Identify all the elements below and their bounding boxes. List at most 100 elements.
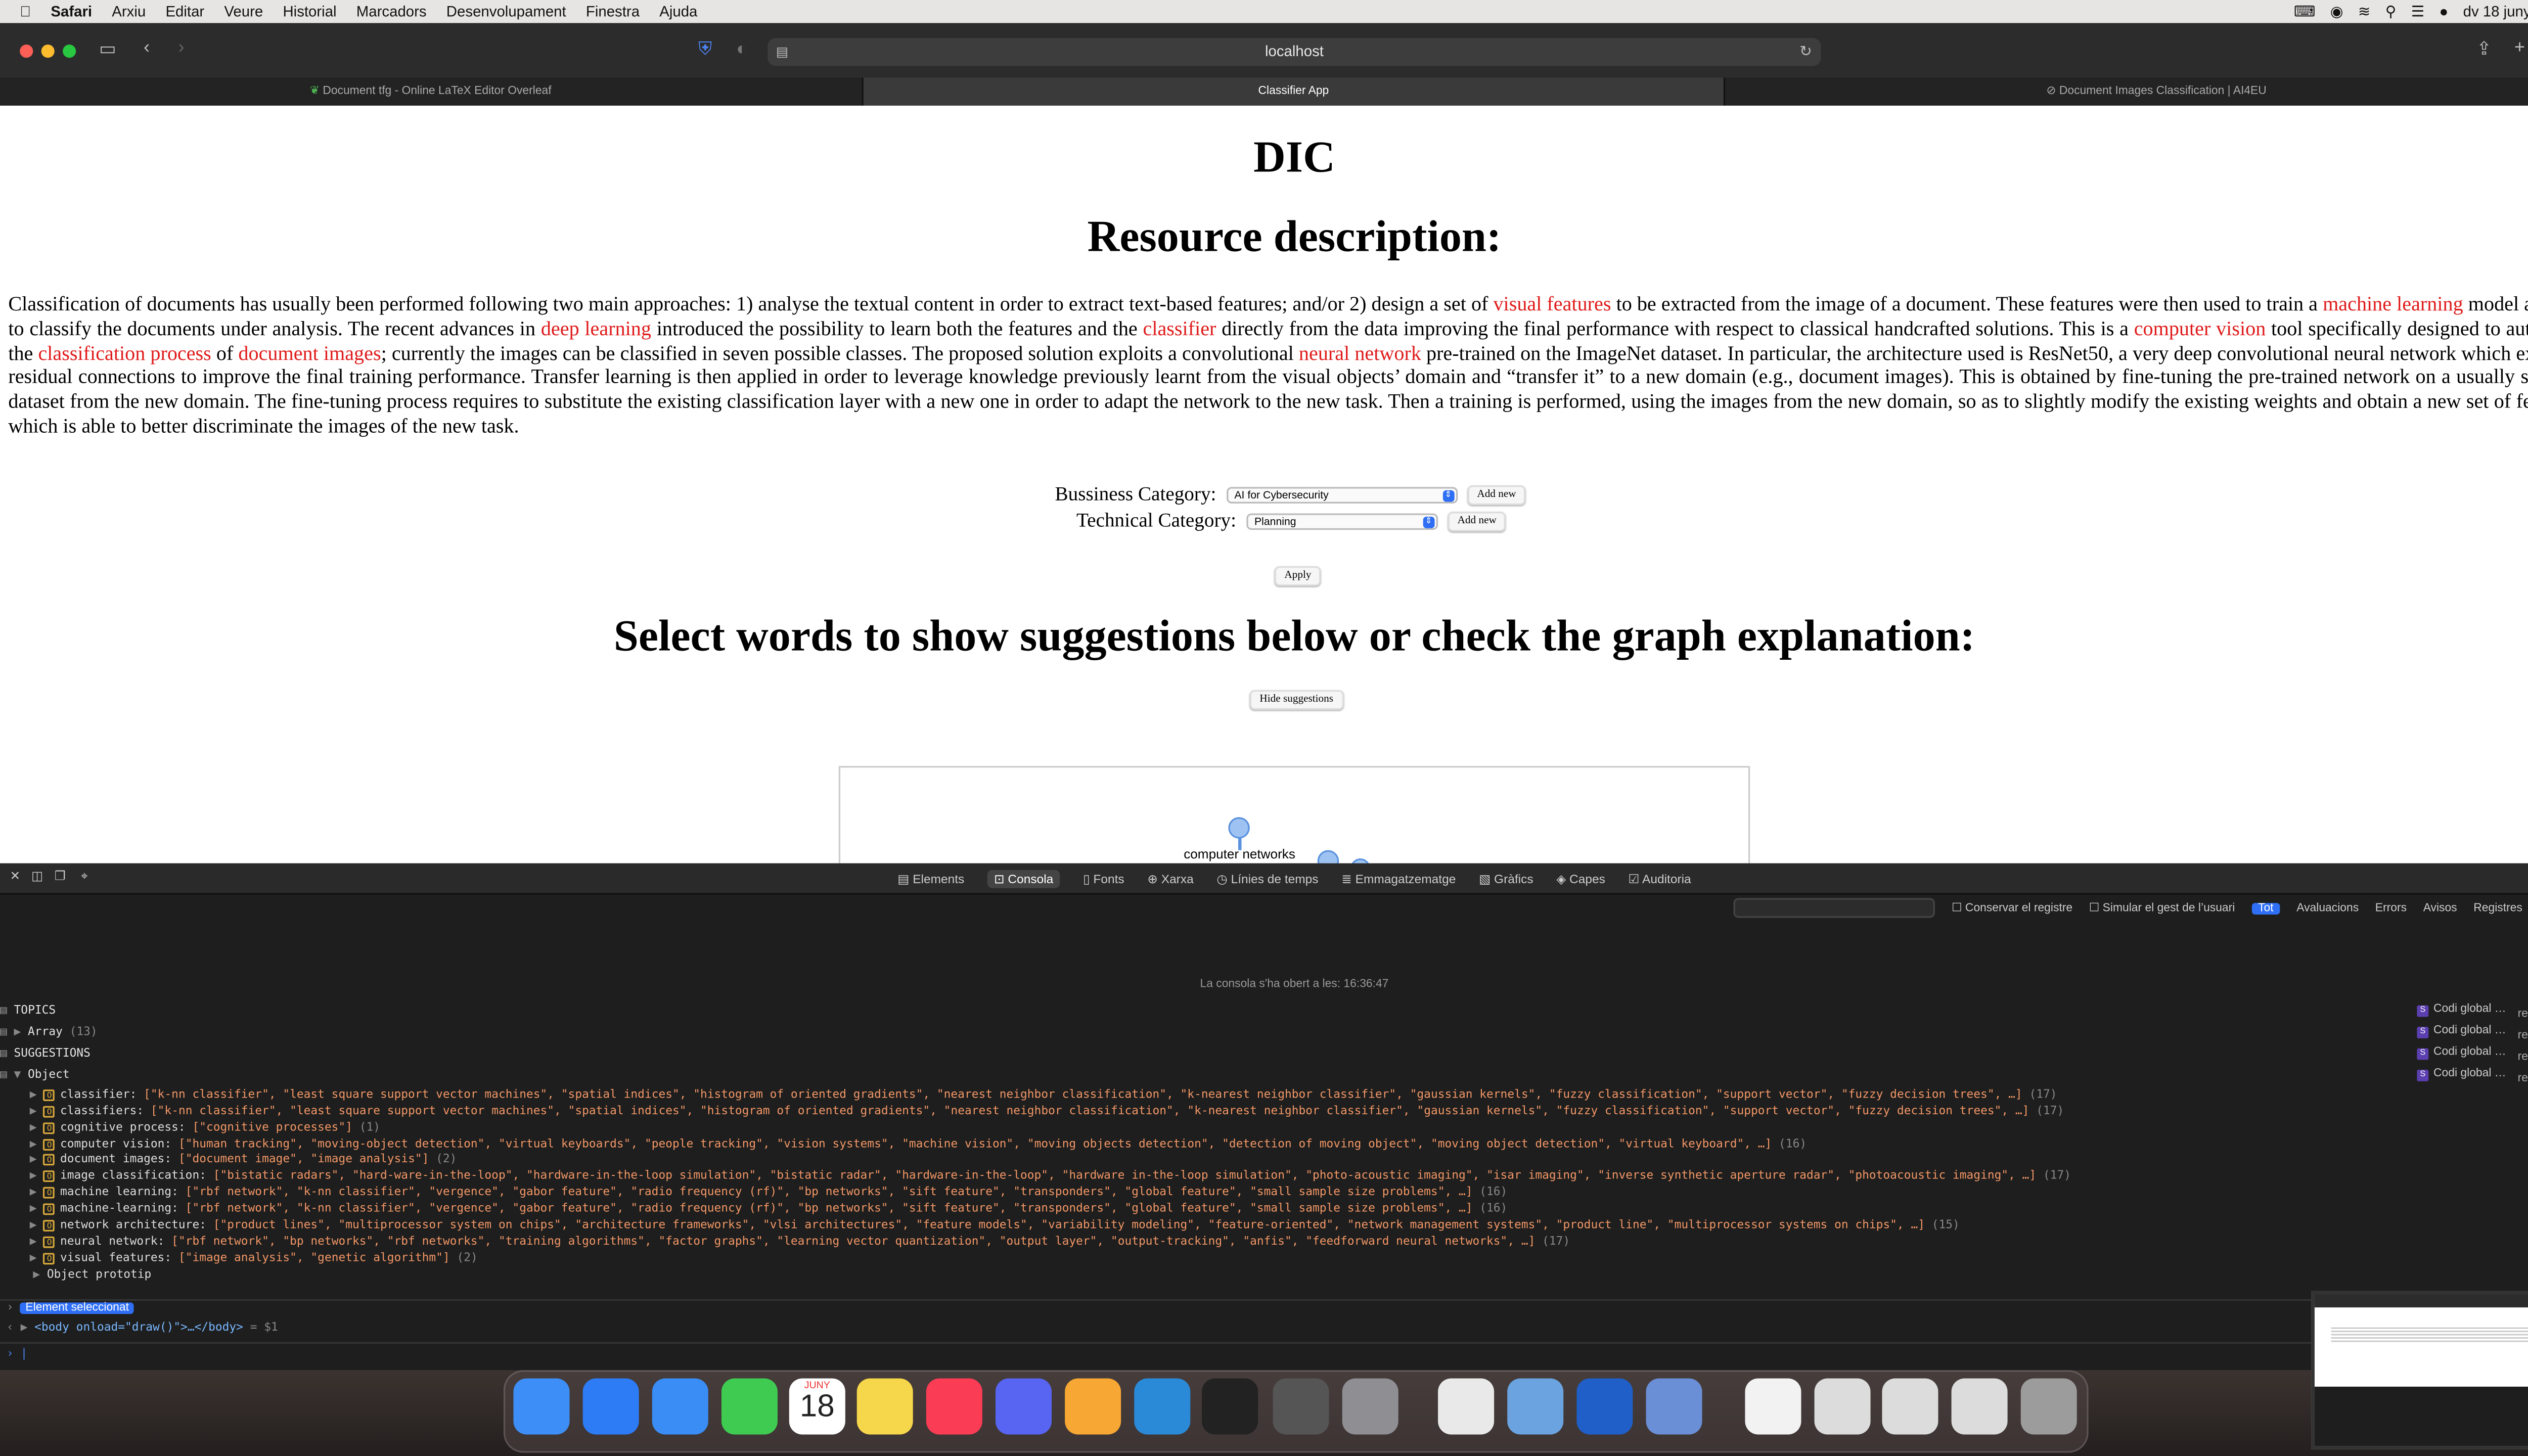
object-entry[interactable]: ▶ Oclassifier: ["k-nn classifier", "leas… bbox=[30, 1088, 2528, 1101]
apply-button[interactable]: Apply bbox=[1274, 566, 1322, 586]
keyword-link[interactable]: machine learning bbox=[2323, 292, 2463, 315]
object-entry[interactable]: ▶ Ocognitive process: ["cognitive proces… bbox=[30, 1120, 2528, 1134]
new-tab-icon[interactable]: + bbox=[2514, 39, 2525, 58]
window-preview-thumbnail[interactable] bbox=[2311, 1291, 2528, 1449]
object-entry[interactable]: ▶ Omachine learning: ["rbf network", "k-… bbox=[30, 1186, 2528, 1199]
console-prompt[interactable]: › | bbox=[7, 1347, 2528, 1360]
tab-overleaf[interactable]: ❦ Document tfg - Online LaTeX Editor Ove… bbox=[0, 77, 863, 106]
console-log-array[interactable]: ▤ ▶ Array (13) bbox=[0, 1025, 2528, 1038]
tab-graphics[interactable]: ▧ Gràfics bbox=[1479, 871, 1533, 885]
object-entry[interactable]: ▶ Ocomputer vision: ["human tracking", "… bbox=[30, 1136, 2528, 1150]
filter-evaluations[interactable]: Avaluacions bbox=[2296, 902, 2359, 914]
screenshot-icon[interactable] bbox=[1273, 1378, 1329, 1435]
selected-element-node[interactable]: ‹ ▶ <body onload="draw()">…</body> = $1 bbox=[7, 1321, 2528, 1334]
log-source[interactable]: S Codi global … bbox=[2417, 1025, 2506, 1038]
wifi-icon[interactable]: ≋ bbox=[2358, 3, 2371, 21]
search-icon[interactable]: ⚲ bbox=[2385, 3, 2397, 21]
document-icon[interactable] bbox=[1745, 1378, 1801, 1435]
result-ref[interactable]: result:266 bbox=[2518, 1052, 2528, 1063]
result-ref[interactable]: result:254 bbox=[2518, 1030, 2528, 1042]
menu-ajuda[interactable]: Ajuda bbox=[659, 4, 697, 20]
trash-icon[interactable] bbox=[2020, 1378, 2077, 1435]
notes-icon[interactable] bbox=[856, 1378, 913, 1435]
privacy-shield-icon[interactable]: ⛨ bbox=[698, 40, 712, 60]
tab-layers[interactable]: ◈ Capes bbox=[1556, 871, 1605, 885]
tab-storage[interactable]: ≣ Emmagatzematge bbox=[1341, 871, 1456, 885]
preview-icon[interactable] bbox=[1507, 1378, 1564, 1435]
tab-console[interactable]: ⊡ Consola bbox=[987, 869, 1060, 888]
menu-arxiu[interactable]: Arxiu bbox=[112, 4, 146, 20]
object-entry[interactable]: ▶ Oimage classification: ["bistatic rada… bbox=[30, 1169, 2528, 1182]
keyword-link[interactable]: document images bbox=[238, 341, 381, 365]
tab-ai4eu[interactable]: ⊘ Document Images Classification | AI4EU bbox=[1726, 77, 2528, 106]
share-icon[interactable]: ⇪ bbox=[2476, 40, 2492, 60]
safari-icon[interactable] bbox=[582, 1378, 639, 1435]
clock[interactable]: dv 18 juny 16:37 bbox=[2463, 4, 2528, 20]
add-new-technical-button[interactable]: Add new bbox=[1448, 511, 1507, 531]
tab-network[interactable]: ⊕ Xarxa bbox=[1147, 871, 1193, 885]
window-thumb-icon[interactable] bbox=[1814, 1378, 1871, 1435]
keyword-link[interactable]: neural network bbox=[1299, 341, 1421, 365]
pages-icon[interactable] bbox=[1065, 1378, 1121, 1435]
zoom-window-button[interactable] bbox=[63, 44, 76, 58]
menu-desenvolupament[interactable]: Desenvolupament bbox=[446, 4, 566, 20]
filter-warnings[interactable]: Avisos bbox=[2423, 902, 2457, 914]
dock-side-icon[interactable]: ◫ bbox=[31, 869, 43, 883]
technical-category-select[interactable]: Planning ⇕ bbox=[1246, 512, 1438, 529]
graph-node[interactable] bbox=[1317, 850, 1339, 863]
filter-errors[interactable]: Errors bbox=[2375, 902, 2407, 914]
graph-canvas[interactable]: computer networks bbox=[838, 766, 1750, 863]
keyword-link[interactable]: computer vision bbox=[2134, 316, 2266, 340]
add-new-business-button[interactable]: Add new bbox=[1467, 484, 1526, 505]
graph-node[interactable] bbox=[1228, 817, 1250, 839]
console-log-object[interactable]: ▤ ▼ Object bbox=[0, 1068, 2528, 1081]
chrome-icon[interactable] bbox=[1438, 1378, 1495, 1435]
discord-icon[interactable] bbox=[995, 1378, 1052, 1435]
menu-finestra[interactable]: Finestra bbox=[586, 4, 640, 20]
finder-icon[interactable] bbox=[513, 1378, 570, 1435]
keyboard-icon[interactable]: ⌨ bbox=[2294, 3, 2315, 21]
keyword-link[interactable]: classifier bbox=[1143, 316, 1216, 340]
back-icon[interactable]: ‹ bbox=[144, 39, 150, 58]
element-picker-icon[interactable]: ⌖ bbox=[81, 869, 88, 885]
safari-tech-icon[interactable] bbox=[1646, 1378, 1702, 1435]
object-entry[interactable]: ▶ Ovisual features: ["image analysis", "… bbox=[30, 1250, 2528, 1264]
tab-elements[interactable]: ▤ Elements bbox=[897, 871, 964, 885]
music-icon[interactable] bbox=[926, 1378, 982, 1435]
object-entry[interactable]: ▶ Odocument images: ["document image", "… bbox=[30, 1153, 2528, 1166]
console-filter-input[interactable] bbox=[1734, 898, 1935, 918]
graph-node[interactable] bbox=[1350, 858, 1371, 863]
result-ref[interactable]: result:253 bbox=[2518, 1009, 2528, 1020]
object-entry[interactable]: ▶ Onetwork architecture: ["product lines… bbox=[30, 1218, 2528, 1232]
result-ref[interactable]: result:267 bbox=[2518, 1073, 2528, 1084]
window-thumb-icon[interactable] bbox=[1951, 1378, 2008, 1435]
sidebar-icon[interactable]: ▭ bbox=[99, 40, 116, 60]
messages-icon[interactable] bbox=[721, 1378, 778, 1435]
calendar-icon[interactable]: JUNY 18 bbox=[789, 1378, 845, 1435]
hide-suggestions-button[interactable]: Hide suggestions bbox=[1249, 690, 1343, 710]
siri-icon[interactable]: ● bbox=[2439, 4, 2448, 20]
menu-editar[interactable]: Editar bbox=[165, 4, 204, 20]
log-source[interactable]: S Codi global … bbox=[2417, 1068, 2506, 1081]
menu-app-safari[interactable]: Safari bbox=[51, 4, 92, 20]
tab-timelines[interactable]: ◷ Línies de temps bbox=[1216, 871, 1318, 885]
menu-veure[interactable]: Veure bbox=[224, 4, 263, 20]
menu-historial[interactable]: Historial bbox=[283, 4, 336, 20]
forward-icon[interactable]: › bbox=[178, 39, 185, 58]
undock-icon[interactable]: ❐ bbox=[55, 869, 66, 883]
keyword-link[interactable]: visual features bbox=[1493, 292, 1611, 315]
close-window-button[interactable] bbox=[20, 44, 33, 58]
close-inspector-icon[interactable]: ✕ bbox=[10, 869, 21, 883]
extension-icon[interactable]: ◐ bbox=[736, 40, 747, 60]
object-entry[interactable]: ▶ Omachine-learning: ["rbf network", "k-… bbox=[30, 1202, 2528, 1215]
simulate-gesture-checkbox[interactable]: ☐ Simular el gest de l’usuari bbox=[2089, 901, 2235, 915]
keyword-link[interactable]: classification process bbox=[38, 341, 211, 365]
log-source[interactable]: S Codi global … bbox=[2417, 1004, 2506, 1017]
tab-audit[interactable]: ☑ Auditoria bbox=[1629, 871, 1691, 885]
log-source[interactable]: S Codi global … bbox=[2417, 1046, 2506, 1060]
preserve-log-checkbox[interactable]: ☐ Conservar el registre bbox=[1952, 901, 2072, 915]
minimize-window-button[interactable] bbox=[41, 44, 55, 58]
sourcetree-icon[interactable] bbox=[1576, 1378, 1633, 1435]
object-entry[interactable]: ▶ Oneural network: ["rbf network", "bp n… bbox=[30, 1234, 2528, 1248]
window-thumb-icon[interactable] bbox=[1882, 1378, 1938, 1435]
